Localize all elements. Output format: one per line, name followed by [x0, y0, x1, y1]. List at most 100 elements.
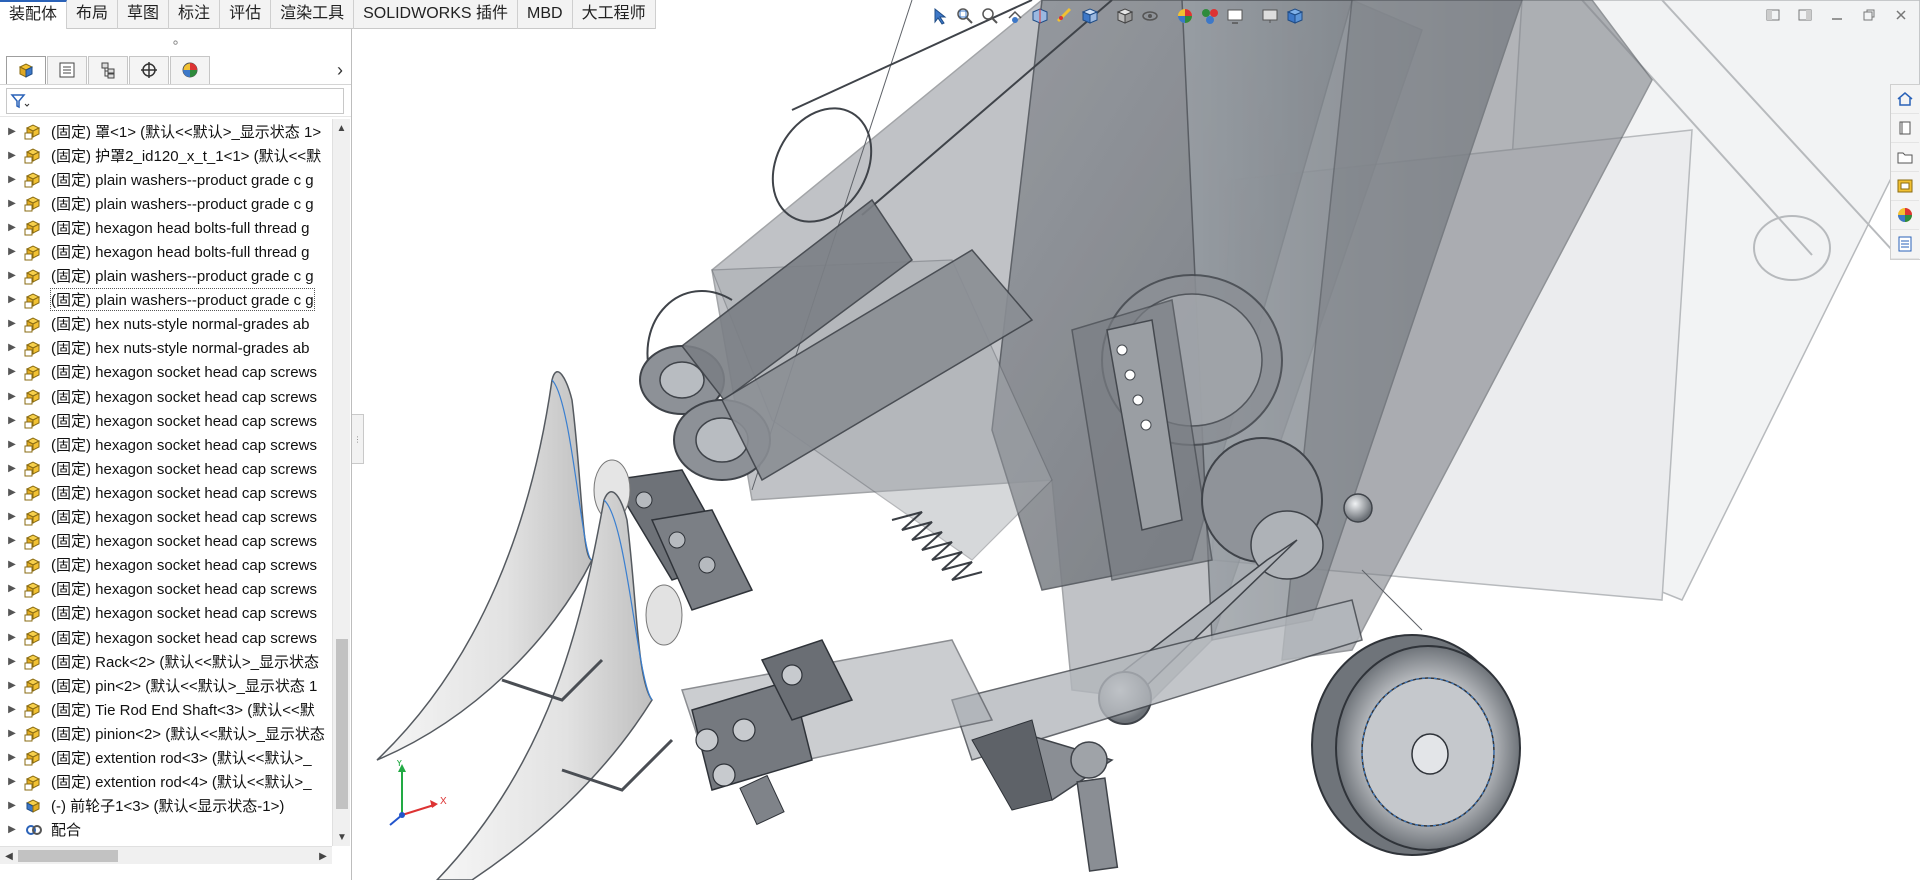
tree-item[interactable]: ▶ (固定) hexagon socket head cap screws: [0, 408, 332, 432]
tree-item[interactable]: ▶ (固定) pin<2> (默认<<默认>_显示状态 1: [0, 673, 332, 697]
expand-arrow-icon[interactable]: ▶: [0, 752, 24, 763]
tab-4[interactable]: 评估: [220, 0, 272, 29]
expand-arrow-icon[interactable]: ▶: [0, 487, 24, 498]
previous-view-icon[interactable]: [1003, 4, 1026, 28]
file-explorer-tab[interactable]: [1891, 143, 1919, 172]
solidworks-resources-tab[interactable]: [1891, 85, 1919, 114]
more-tabs-chevron-icon[interactable]: ›: [337, 60, 343, 81]
3d-cube-icon[interactable]: [1283, 4, 1306, 28]
tree-item[interactable]: ▶ (固定) hexagon socket head cap screws: [0, 384, 332, 408]
expand-arrow-icon[interactable]: ▶: [0, 198, 24, 209]
tree-item[interactable]: ▶ (固定) Tie Rod End Shaft<3> (默认<<默: [0, 697, 332, 721]
tree-item[interactable]: ▶ (固定) hexagon socket head cap screws: [0, 577, 332, 601]
scroll-up-icon[interactable]: ▲: [333, 119, 350, 137]
close-icon[interactable]: [1888, 4, 1914, 26]
dynamic-annotation-icon[interactable]: [1053, 4, 1076, 28]
tree-item[interactable]: ▶ (固定) hexagon socket head cap screws: [0, 505, 332, 529]
expand-arrow-icon[interactable]: ▶: [0, 318, 24, 329]
tree-item[interactable]: ▶ (固定) plain washers--product grade c g: [0, 167, 332, 191]
tree-item[interactable]: ▶ (固定) hexagon socket head cap screws: [0, 553, 332, 577]
view-orientation-icon[interactable]: [1078, 4, 1101, 28]
tab-5[interactable]: 渲染工具: [271, 0, 355, 29]
expand-arrow-icon[interactable]: ▶: [0, 511, 24, 522]
monitor-icon[interactable]: [1258, 4, 1281, 28]
tree-item[interactable]: ▶ (固定) 罩<1> (默认<<默认>_显示状态 1>: [0, 119, 332, 143]
tree-item[interactable]: ▶ (固定) 护罩2_id120_x_t_1<1> (默认<<默: [0, 143, 332, 167]
expand-arrow-icon[interactable]: ▶: [0, 680, 24, 691]
tab-1[interactable]: 布局: [67, 0, 119, 29]
dimxpert-tab[interactable]: [129, 55, 169, 84]
tree-item[interactable]: ▶ (固定) plain washers--product grade c g: [0, 191, 332, 215]
tab-3[interactable]: 标注: [169, 0, 221, 29]
assembly-model-view[interactable]: [352, 0, 1920, 880]
expand-arrow-icon[interactable]: ▶: [0, 800, 24, 811]
tree-item[interactable]: ▶ (固定) hexagon socket head cap screws: [0, 360, 332, 384]
expand-arrow-icon[interactable]: ▶: [0, 632, 24, 643]
tree-item[interactable]: ▶ (固定) extention rod<4> (默认<<默认>_: [0, 770, 332, 794]
scroll-right-icon[interactable]: ▶: [314, 847, 332, 865]
tab-0[interactable]: 装配体: [0, 0, 68, 29]
display-style-icon[interactable]: [1113, 4, 1136, 28]
tree-item[interactable]: ▶ (固定) hexagon socket head cap screws: [0, 625, 332, 649]
expand-arrow-icon[interactable]: ▶: [0, 583, 24, 594]
expand-arrow-icon[interactable]: ▶: [0, 270, 24, 281]
tree-item[interactable]: ▶ (固定) hexagon head bolts-full thread g: [0, 239, 332, 263]
pointer-icon[interactable]: [928, 4, 951, 28]
expand-arrow-icon[interactable]: ▶: [0, 415, 24, 426]
zoom-fit-icon[interactable]: [953, 4, 976, 28]
tree-item[interactable]: ▶ (固定) hex nuts-style normal-grades ab: [0, 336, 332, 360]
view-settings-icon[interactable]: [1223, 4, 1246, 28]
expand-arrow-icon[interactable]: ▶: [0, 439, 24, 450]
tree-item[interactable]: ▶ (固定) Rack<2> (默认<<默认>_显示状态: [0, 649, 332, 673]
hide-show-icon[interactable]: [1138, 4, 1161, 28]
expand-arrow-icon[interactable]: ▶: [0, 463, 24, 474]
design-library-tab[interactable]: [1891, 114, 1919, 143]
tree-item[interactable]: ▶ (固定) pinion<2> (默认<<默认>_显示状态: [0, 721, 332, 745]
expand-arrow-icon[interactable]: ▶: [0, 222, 24, 233]
panel-splitter-handle[interactable]: ⋮: [352, 414, 364, 464]
tree-item[interactable]: ▶ (固定) hex nuts-style normal-grades ab: [0, 312, 332, 336]
expand-arrow-icon[interactable]: ▶: [0, 656, 24, 667]
tree-item[interactable]: ▶ (固定) extention rod<3> (默认<<默认>_: [0, 745, 332, 769]
display-manager-tab[interactable]: [170, 55, 210, 84]
expand-arrow-icon[interactable]: ▶: [0, 294, 24, 305]
tab-8[interactable]: 大工程师: [573, 0, 656, 29]
view-palette-tab[interactable]: [1891, 172, 1919, 201]
tree-item[interactable]: ▶ (固定) plain washers--product grade c g: [0, 264, 332, 288]
tree-filter-input[interactable]: [6, 87, 344, 114]
tree-item[interactable]: ▶ (固定) plain washers--product grade c g: [0, 288, 332, 312]
scroll-left-icon[interactable]: ◀: [0, 847, 18, 865]
tile-right-icon[interactable]: [1792, 4, 1818, 26]
appearances-tab[interactable]: [1891, 201, 1919, 230]
tile-left-icon[interactable]: [1760, 4, 1786, 26]
tab-2[interactable]: 草图: [118, 0, 170, 29]
tree-item[interactable]: ▶ (固定) hexagon socket head cap screws: [0, 456, 332, 480]
expand-arrow-icon[interactable]: ▶: [0, 607, 24, 618]
panel-grip[interactable]: ∘: [0, 29, 351, 55]
tab-6[interactable]: SOLIDWORKS 插件: [354, 0, 519, 29]
expand-arrow-icon[interactable]: ▶: [0, 824, 24, 835]
horizontal-scroll-thumb[interactable]: [18, 850, 118, 862]
restore-icon[interactable]: [1856, 4, 1882, 26]
tree-horizontal-scrollbar[interactable]: ◀ ▶: [0, 846, 332, 864]
expand-arrow-icon[interactable]: ▶: [0, 776, 24, 787]
vertical-scroll-thumb[interactable]: [336, 639, 348, 809]
tree-item[interactable]: ▶ 配合: [0, 818, 332, 842]
expand-arrow-icon[interactable]: ▶: [0, 150, 24, 161]
featuremanager-tree-tab[interactable]: [6, 55, 46, 84]
expand-arrow-icon[interactable]: ▶: [0, 126, 24, 137]
expand-arrow-icon[interactable]: ▶: [0, 366, 24, 377]
expand-arrow-icon[interactable]: ▶: [0, 246, 24, 257]
expand-arrow-icon[interactable]: ▶: [0, 342, 24, 353]
expand-arrow-icon[interactable]: ▶: [0, 535, 24, 546]
tree-item[interactable]: ▶ (固定) hexagon socket head cap screws: [0, 432, 332, 456]
tree-item[interactable]: ▶ (固定) hexagon socket head cap screws: [0, 601, 332, 625]
expand-arrow-icon[interactable]: ▶: [0, 391, 24, 402]
custom-properties-tab[interactable]: [1891, 230, 1919, 259]
expand-arrow-icon[interactable]: ▶: [0, 559, 24, 570]
scroll-down-icon[interactable]: ▼: [333, 828, 351, 846]
tree-item[interactable]: ▶ (-) 前轮子1<3> (默认<显示状态-1>): [0, 794, 332, 818]
section-view-icon[interactable]: [1028, 4, 1051, 28]
tree-vertical-scrollbar[interactable]: ▲ ▼: [332, 119, 350, 846]
graphics-area[interactable]: Y X: [352, 0, 1920, 880]
